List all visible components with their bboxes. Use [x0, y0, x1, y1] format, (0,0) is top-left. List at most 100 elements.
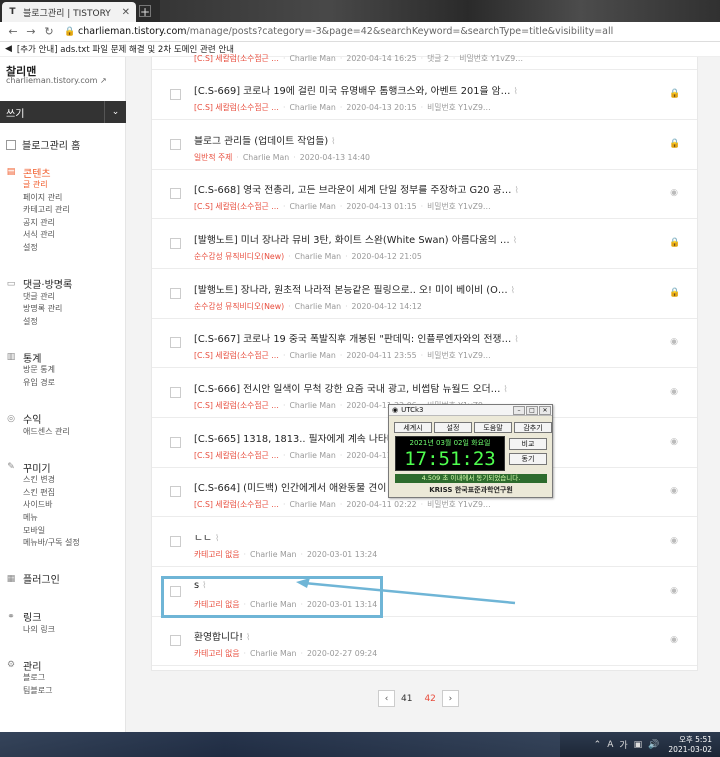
row-checkbox[interactable] [170, 139, 181, 150]
sidebar-item[interactable]: 모바일 [6, 525, 124, 538]
new-tab-button[interactable]: + [139, 5, 151, 18]
post-category[interactable]: [C.S] 세칼럼(소수점근 … [194, 103, 279, 112]
eye-icon[interactable]: ◉ [669, 486, 679, 496]
lock-icon[interactable]: 🔒 [669, 288, 680, 298]
sync-button[interactable]: 동기 [509, 453, 547, 465]
row-checkbox[interactable] [170, 89, 181, 100]
eye-icon[interactable]: ◉ [669, 586, 679, 596]
sidebar-item[interactable]: 애드센스 관리 [6, 426, 124, 439]
forward-icon[interactable]: → [24, 25, 38, 38]
write-button[interactable]: 쓰기 ⌄ [0, 101, 126, 123]
page-41[interactable]: 41 [401, 694, 412, 704]
lock-icon[interactable]: 🔒 [669, 139, 680, 149]
eye-icon[interactable]: ◉ [669, 337, 679, 347]
volume-icon[interactable]: 🔊 [648, 740, 659, 750]
sidebar-item[interactable]: 페이지 관리 [6, 192, 124, 205]
sidebar-item[interactable]: 메뉴바/구독 설정 [6, 537, 124, 550]
eye-icon[interactable]: ◉ [669, 635, 679, 645]
post-title[interactable]: 블로그 관리들 (업데이트 작업들) ⌇ [194, 133, 336, 147]
back-icon[interactable]: ← [6, 25, 20, 38]
page-42[interactable]: 42 [424, 694, 435, 704]
post-category[interactable]: [C.S] 세칼럼(소수점근 … [194, 451, 279, 460]
sidebar-item[interactable]: 서식 관리 [6, 229, 124, 242]
row-checkbox[interactable] [170, 486, 181, 497]
post-category[interactable]: 순수감성 뮤직비디오(New) [194, 302, 284, 311]
next-page-button[interactable]: › [441, 690, 459, 707]
table-row[interactable]: [발행노트] 장나라, 원초적 나라적 본능같은 필링으로.. 오! 미이 베이… [152, 269, 697, 319]
lock-icon[interactable]: 🔒 [669, 89, 680, 99]
post-title[interactable]: [C.S-669] 코로나 19에 걸린 미국 유명배우 톰행크스와, 아벤트 … [194, 83, 518, 97]
sidebar-section-header[interactable]: ▭ 댓글·방명록 [6, 277, 124, 292]
sidebar-item[interactable]: 방명록 관리 [6, 303, 124, 316]
row-checkbox[interactable] [170, 288, 181, 299]
maximize-icon[interactable]: □ [526, 405, 538, 415]
post-title[interactable]: [C.S-664] (미드백) 인간에게서 애완동물 견이 코로⌇ [194, 480, 415, 494]
row-checkbox[interactable] [170, 536, 181, 547]
post-category[interactable]: 카테고리 없음 [194, 550, 240, 559]
table-row[interactable]: [C.S-668] 영국 전총리, 고든 브라운이 세계 단일 정부를 주장하고… [152, 169, 697, 219]
sidebar-item[interactable]: 유입 경로 [6, 377, 124, 390]
table-row[interactable]: [발행노트] 미너 장나라 뮤비 3탄, 화이트 스완(White Swan) … [152, 219, 697, 269]
network-icon[interactable]: ▣ [634, 740, 643, 750]
taskbar-clock[interactable]: 오후 5:51 2021-03-02 [668, 735, 712, 755]
close-icon[interactable]: ✕ [539, 405, 551, 415]
table-row[interactable]: ㄴㄴ ⌇ 카테고리 없음 · Charlie Man · 2020-03-01 13:24 ◉ [152, 517, 697, 567]
post-title[interactable]: 환영합니다! ⌇ [194, 629, 250, 643]
sidebar-item[interactable]: 카테고리 관리 [6, 204, 124, 217]
sidebar-item-home[interactable]: 블로그관리 홈 [6, 137, 80, 152]
world-time-button[interactable]: 세계시 [394, 422, 432, 433]
post-category[interactable]: [C.S] 세칼럼(소수점근 … [194, 351, 279, 360]
sidebar-item[interactable]: 메뉴 [6, 512, 124, 525]
sidebar-section-header[interactable]: ⚭ 링크 [6, 610, 124, 625]
help-button[interactable]: 도움말 [474, 422, 512, 433]
prev-page-button[interactable]: ‹ [378, 690, 395, 707]
sidebar-item[interactable]: 스킨 편집 [6, 487, 124, 500]
sidebar-section-header[interactable]: ▤ 콘텐츠 [6, 165, 124, 180]
post-title[interactable]: [발행노트] 미너 장나라 뮤비 3탄, 화이트 스완(White Swan) … [194, 232, 517, 246]
sidebar-item[interactable]: 공지 관리 [6, 217, 124, 230]
sidebar-item[interactable]: 댓글 관리 [6, 291, 124, 304]
sidebar-item[interactable]: 설정 [6, 316, 124, 329]
post-title[interactable]: [C.S-665] 1318, 1813.. 필자에게 계속 나타나는 ⌇ [194, 431, 415, 445]
blog-url[interactable]: charlieman.tistory.com ↗ [6, 76, 107, 85]
tray-arrow-icon[interactable]: ⌃ [594, 740, 602, 750]
row-checkbox[interactable] [170, 238, 181, 249]
reload-icon[interactable]: ↻ [42, 25, 56, 38]
sidebar-section-header[interactable]: ✎ 꾸미기 [6, 460, 124, 475]
sidebar-item[interactable]: 나의 링크 [6, 624, 124, 637]
post-title[interactable]: [C.S-668] 영국 전총리, 고든 브라운이 세계 단일 정부를 주장하고… [194, 182, 519, 196]
row-checkbox[interactable] [170, 437, 181, 448]
post-category[interactable]: [C.S] 세칼럼(소수점근 … [194, 54, 279, 63]
sidebar-item[interactable]: 사이드바 [6, 499, 124, 512]
sidebar-section-header[interactable]: ▥ 통계 [6, 350, 124, 365]
sidebar-item[interactable]: 설정 [6, 242, 124, 255]
post-title[interactable]: [C.S-667] 코로나 19 중국 폭발직후 개봉된 "판데믹: 인플루엔자… [194, 331, 519, 345]
settings-button[interactable]: 설정 [434, 422, 472, 433]
row-checkbox[interactable] [170, 387, 181, 398]
sidebar-item[interactable]: 글 관리 [6, 179, 124, 192]
eye-icon[interactable]: ◉ [669, 188, 679, 198]
eye-icon[interactable]: ◉ [669, 536, 679, 546]
compare-button[interactable]: 비교 [509, 438, 547, 450]
chevron-down-icon[interactable]: ⌄ [104, 101, 126, 123]
lock-icon[interactable]: 🔒 [669, 238, 680, 248]
table-row[interactable]: [C.S-669] 코로나 19에 걸린 미국 유명배우 톰행크스와, 아벤트 … [152, 70, 697, 120]
table-row[interactable]: [C.S-667] 코로나 19 중국 폭발직후 개봉된 "판데믹: 인플루엔자… [152, 318, 697, 368]
post-category[interactable]: 카테고리 없음 [194, 649, 240, 658]
sidebar-section-header[interactable]: ⚙ 관리 [6, 658, 124, 673]
post-title[interactable]: [발행노트] 장나라, 원초적 나라적 본능같은 필링으로.. 오! 미이 베이… [194, 282, 515, 296]
row-checkbox[interactable] [170, 635, 181, 646]
sidebar-item[interactable]: 스킨 변경 [6, 474, 124, 487]
url-field[interactable]: charlieman.tistory.com/manage/posts?cate… [78, 26, 613, 37]
row-checkbox[interactable] [170, 188, 181, 199]
sidebar-item[interactable]: 팀블로그 [6, 685, 124, 698]
table-row[interactable]: 블로그 관리들 (업데이트 작업들) ⌇ 일반적 주제 · Charlie Man · 20… [152, 120, 697, 170]
browser-tab-active[interactable]: T 블로그관리 | TISTORY ✕ [2, 2, 136, 22]
sidebar-item[interactable]: 방문 통계 [6, 364, 124, 377]
post-title[interactable]: [C.S-666] 전시안 일색이 무척 강한 요즘 국내 광고, 비썹탐 뉴월… [194, 381, 508, 395]
table-row[interactable]: 환영합니다! ⌇ 카테고리 없음 · Charlie Man · 2020-02-27 09… [152, 616, 697, 666]
sidebar-item[interactable]: 블로그 [6, 672, 124, 685]
eye-icon[interactable]: ◉ [669, 387, 679, 397]
table-row[interactable]: [C.S] 세칼럼(소수점근 … · Charlie Man · 2020-04-14 … [152, 49, 697, 70]
ime-mode-a[interactable]: A [607, 740, 613, 750]
